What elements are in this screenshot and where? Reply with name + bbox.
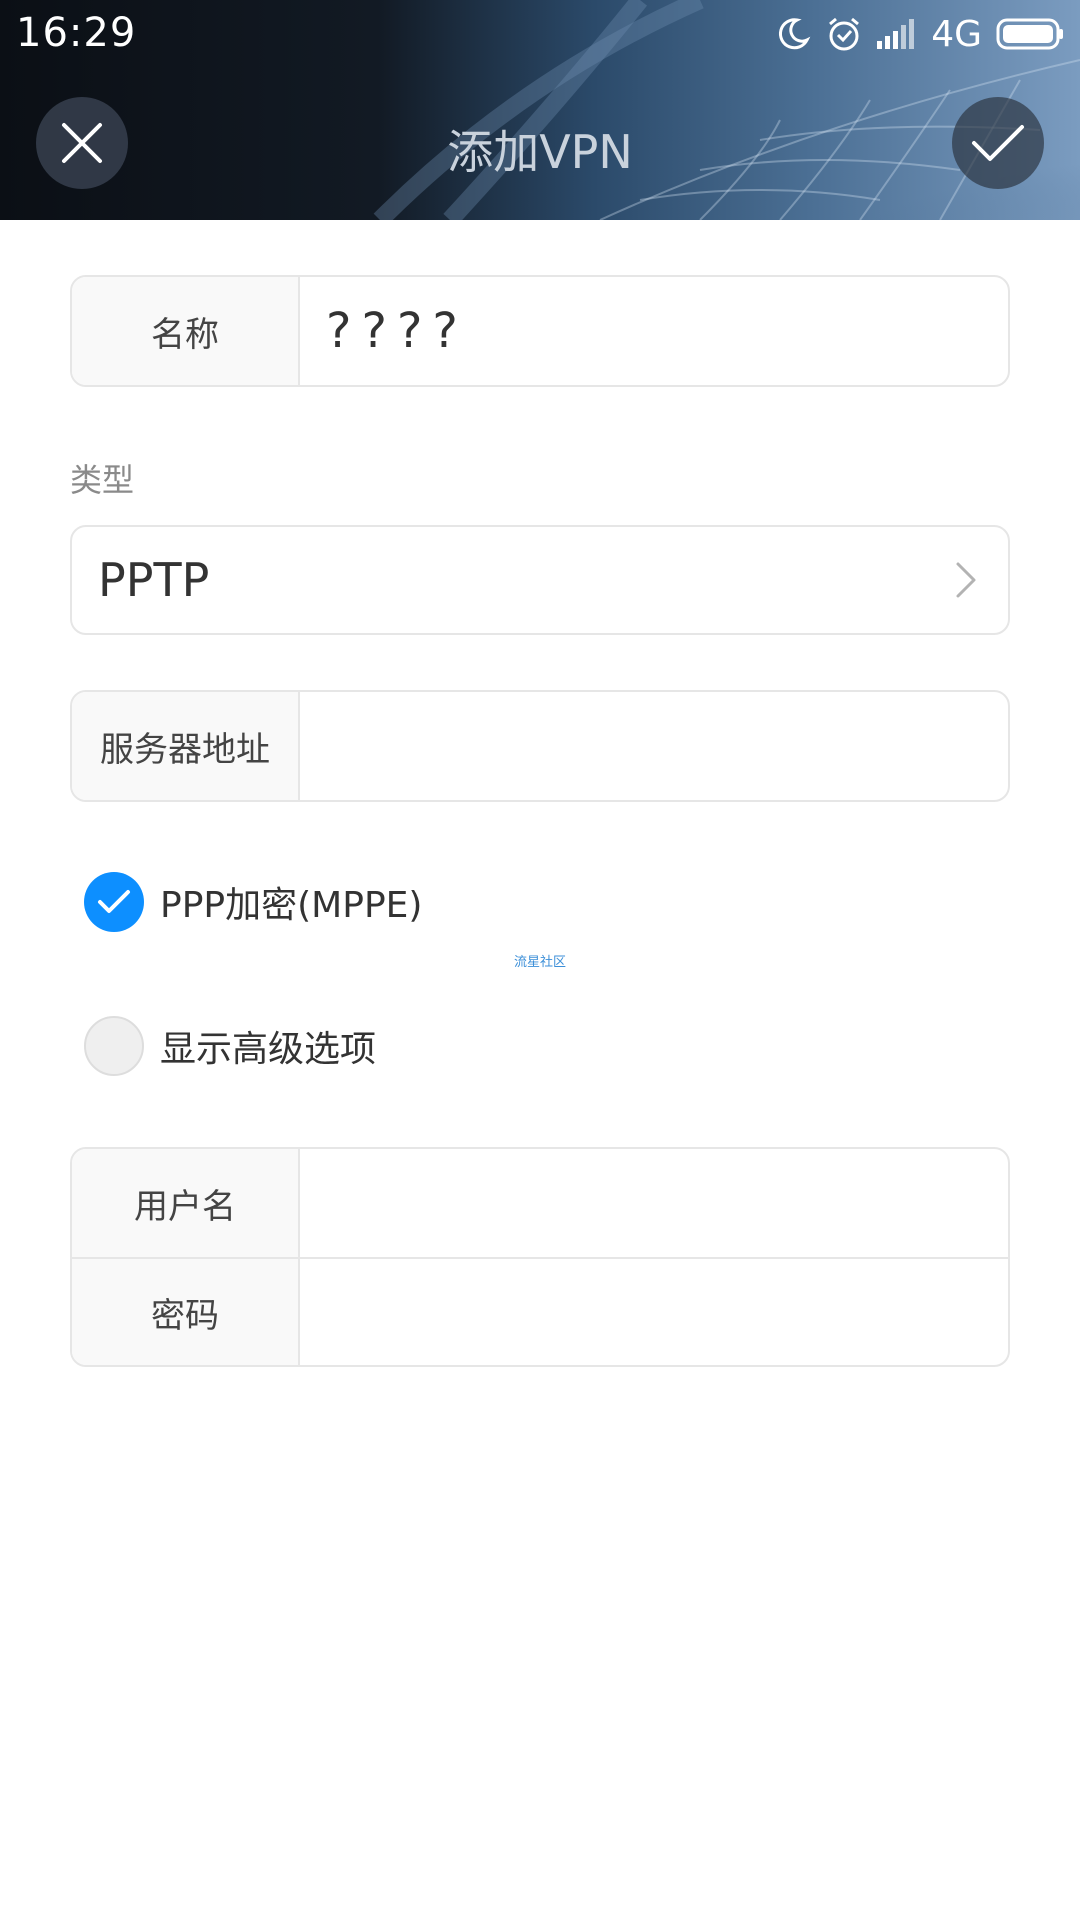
signal-icon: [877, 19, 917, 49]
ppp-encryption-checkbox[interactable]: PPP加密(MPPE): [84, 872, 422, 932]
password-input[interactable]: [300, 1259, 1008, 1365]
credentials-field-group: 用户名 密码: [70, 1147, 1010, 1367]
watermark: 流星社区: [513, 955, 566, 970]
username-input[interactable]: [300, 1149, 1008, 1257]
name-field-group: 名称 ????: [70, 275, 1010, 387]
page-title: 添加VPN: [447, 125, 633, 179]
status-icons: 4G: [775, 12, 1064, 56]
password-label: 密码: [72, 1259, 300, 1365]
chevron-right-icon: [954, 560, 978, 600]
moon-icon: [775, 16, 811, 52]
server-field-group: 服务器地址: [70, 690, 1010, 802]
type-section-label: 类型: [70, 461, 135, 499]
name-input[interactable]: ????: [300, 277, 1008, 385]
checkbox-checked-icon[interactable]: [84, 872, 144, 932]
network-type: 4G: [931, 13, 982, 55]
checkbox-unchecked-icon[interactable]: [84, 1016, 144, 1076]
type-value: PPTP: [98, 553, 210, 607]
name-label: 名称: [72, 277, 300, 385]
status-time: 16:29: [16, 10, 137, 56]
check-icon: [970, 121, 1026, 165]
header-bar: 16:29 4G 添加VPN: [0, 0, 1080, 220]
username-label: 用户名: [72, 1149, 300, 1257]
server-input[interactable]: [300, 692, 1008, 800]
type-select[interactable]: PPTP: [70, 525, 1010, 635]
ppp-encryption-label: PPP加密(MPPE): [160, 885, 423, 926]
advanced-options-label: 显示高级选项: [160, 1029, 377, 1070]
confirm-button[interactable]: [952, 97, 1044, 189]
alarm-icon: [825, 15, 863, 53]
server-label: 服务器地址: [72, 692, 300, 800]
battery-icon: [996, 17, 1064, 51]
advanced-options-checkbox[interactable]: 显示高级选项: [84, 1016, 376, 1076]
